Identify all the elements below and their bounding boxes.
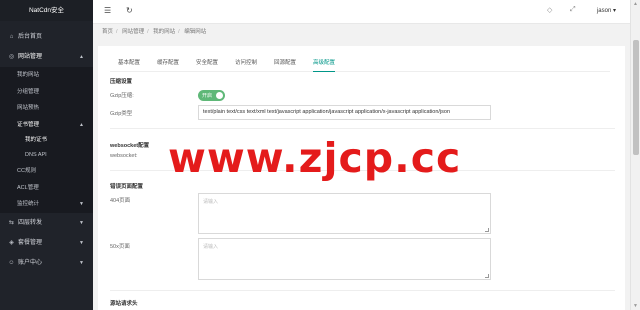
resize-handle-icon[interactable] [485,228,489,232]
websocket-section-title: websocket配置 [110,143,150,149]
sidebar-item-label: 套餐管理 [18,239,43,246]
watermark-text: www.zjcp.cc [168,134,462,182]
sidebar-item-account[interactable]: ☺ 账户中心 ▼ [0,253,93,273]
tab-origin[interactable]: 回源配置 [274,56,296,72]
chevron-down-icon: ▾ [612,8,616,14]
breadcrumb-edit-website: 编辑网站 [184,29,207,35]
tag-icon[interactable]: ◇ [547,6,552,14]
divider [110,128,615,129]
gzip-type-label: Gzip类型 [110,111,133,117]
scroll-down-icon[interactable]: ▼ [633,303,638,309]
sidebar-item-certs[interactable]: 证书管理 ▲ [0,117,93,134]
tab-basic[interactable]: 基本配置 [118,56,140,72]
websocket-label: websocket: [110,153,138,159]
error-404-textarea[interactable]: 请输入 [198,193,491,234]
compress-section-title: 压缩设置 [110,79,133,85]
chevron-down-icon: ▼ [79,239,84,246]
breadcrumb-home[interactable]: 首页 [102,29,113,35]
sidebar-item-acl[interactable]: ACL管理 [0,180,93,197]
sidebar-item-label: 账户中心 [18,259,43,266]
scroll-up-icon[interactable]: ▲ [633,1,638,7]
sidebar-item-package[interactable]: ◈ 套餐管理 ▼ [0,233,93,253]
tab-security[interactable]: 安全配置 [196,56,218,72]
package-icon: ◈ [9,239,14,246]
page-scrollbar[interactable]: ▲ ▼ [630,0,640,310]
sidebar-item-forward[interactable]: ⇆ 四层转发 ▼ [0,213,93,233]
sidebar: NatCdn安全 ⌂ 后台首页 ◎ 网站管理 ▲ 我的网站 分组管理 网站预热 证书… [0,0,93,310]
error-404-label: 404页面 [110,198,131,204]
sidebar-item-my-websites[interactable]: 我的网站 [0,67,93,84]
top-bar: ☰ ↻ ◇ ⤢ jason ▾ [93,0,630,24]
tab-advanced[interactable]: 高级配置 [313,56,336,72]
menu-icon[interactable]: ☰ [104,6,111,15]
gzip-switch[interactable]: 开启 [198,90,225,101]
chevron-down-icon: ▼ [79,201,84,207]
fullscreen-icon[interactable]: ⤢ [570,6,576,14]
sidebar-item-cc-rules[interactable]: CC规则 [0,163,93,180]
switch-knob [216,92,223,99]
breadcrumb-website-mgmt[interactable]: 网站管理 [122,29,144,35]
scroll-thumb[interactable] [633,40,639,155]
sidebar-item-label: 监控统计 [17,201,40,207]
error-50x-textarea[interactable]: 请输入 [198,238,491,280]
error-404-placeholder: 请输入 [203,199,219,205]
account-icon: ☺ [8,259,15,266]
globe-icon: ◎ [8,54,15,60]
sidebar-item-label: 后台首页 [18,34,43,40]
refresh-icon[interactable]: ↻ [126,6,133,15]
chevron-up-icon: ▲ [79,121,84,128]
chevron-down-icon: ▼ [79,219,84,226]
sidebar-item-label: 网站管理 [18,54,43,60]
forward-icon: ⇆ [8,219,15,226]
resize-handle-icon[interactable] [485,274,489,278]
chevron-up-icon: ▲ [79,54,84,60]
tab-access[interactable]: 访问控制 [235,56,257,72]
error-50x-label: 50x页面 [110,244,130,250]
chevron-down-icon: ▼ [79,259,84,266]
website-submenu: 我的网站 分组管理 网站预热 证书管理 ▲ 我的证书 DNS API CC规则 … [0,67,93,213]
sidebar-item-preheat[interactable]: 网站预热 [0,100,93,117]
sidebar-item-groups[interactable]: 分组管理 [0,84,93,101]
origin-header-section-title: 源站请求头 [110,301,138,307]
sidebar-item-my-certs[interactable]: 我的证书 [0,133,93,148]
home-icon: ⌂ [9,34,14,40]
brand-logo: NatCdn安全 [0,0,93,21]
tab-cache[interactable]: 缓存配置 [157,56,179,72]
breadcrumb: 首页 / 网站管理 / 我的网站 / 编辑网站 [93,24,630,41]
username: jason [596,8,612,14]
breadcrumb-my-websites[interactable]: 我的网站 [153,29,175,35]
gzip-label: Gzip压缩: [110,93,134,99]
sidebar-item-label: 四层转发 [18,219,43,226]
sidebar-item-home[interactable]: ⌂ 后台首页 [0,27,93,47]
sidebar-item-website[interactable]: ◎ 网站管理 ▲ [0,47,93,67]
error-section-title: 错误页面配置 [110,184,144,190]
sidebar-item-monitor[interactable]: 监控统计 ▼ [0,196,93,213]
sidebar-item-label: 证书管理 [17,121,40,128]
sidebar-item-dns-api[interactable]: DNS API [0,148,93,163]
user-menu[interactable]: jason ▾ [597,7,616,14]
gzip-type-input[interactable]: text/plain text/css text/xml text/javasc… [198,105,491,120]
gzip-switch-text: 开启 [202,93,213,99]
error-50x-placeholder: 请输入 [203,244,219,250]
tab-bar: 基本配置 缓存配置 安全配置 访问控制 回源配置 高级配置 [110,56,610,72]
divider [110,290,615,291]
